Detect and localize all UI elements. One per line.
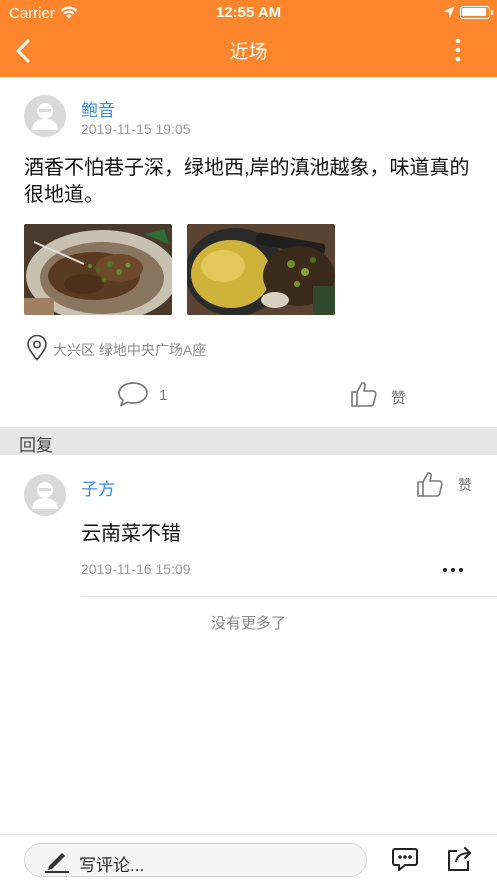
reply-more-icon[interactable] <box>440 560 466 580</box>
bottom-toolbar: 写评论... <box>0 834 497 883</box>
page-title: 近场 <box>229 42 268 63</box>
more-menu-button[interactable] <box>446 36 470 66</box>
comment-input-placeholder: 写评论... <box>79 856 145 875</box>
status-time: 12:55 AM <box>215 4 282 21</box>
replies-section-title: 回复 <box>19 436 53 455</box>
reply-author-avatar[interactable] <box>24 474 66 516</box>
reply-divider <box>81 596 497 597</box>
post-author-avatar[interactable] <box>24 95 66 137</box>
comment-count: 1 <box>159 387 168 404</box>
post-timestamp: 2019-11-15 19:05 <box>81 121 191 137</box>
status-bar: Carrier 12:55 AM <box>0 0 497 26</box>
thumbs-up-icon <box>350 380 378 413</box>
location-arrow-icon <box>443 5 455 22</box>
message-icon[interactable] <box>391 845 419 878</box>
reply-thumbs-up-icon[interactable] <box>416 470 444 503</box>
reply-author-name[interactable]: 子方 <box>81 475 115 500</box>
comment-bubble-icon <box>117 380 149 413</box>
replies-section-header: 回复 <box>0 427 497 455</box>
reply-text: 云南菜不错 <box>81 523 181 545</box>
post-author-name[interactable]: 鲍音 <box>81 96 115 121</box>
post-photo-2[interactable] <box>187 224 335 315</box>
nav-bar: 近场 <box>0 26 497 77</box>
pencil-icon <box>43 848 71 879</box>
comment-input[interactable]: 写评论... <box>24 843 367 877</box>
reply-like-label[interactable]: 赞 <box>458 475 472 495</box>
share-icon[interactable] <box>445 845 473 878</box>
top-bar: Carrier 12:55 AM 近场 <box>0 0 497 77</box>
location-pin-icon <box>26 334 48 366</box>
post-location-text: 大兴区 绿地中央广场A座 <box>53 342 207 358</box>
post-photo-1[interactable] <box>24 224 172 315</box>
reply-timestamp: 2019-11-16 15:09 <box>81 561 191 577</box>
like-label: 赞 <box>391 390 407 407</box>
post-body-text: 酒香不怕巷子深，绿地西,岸的滇池越象，味道真的很地道。 <box>24 157 470 206</box>
battery-icon <box>460 6 493 19</box>
list-end-text: 没有更多了 <box>210 615 286 632</box>
